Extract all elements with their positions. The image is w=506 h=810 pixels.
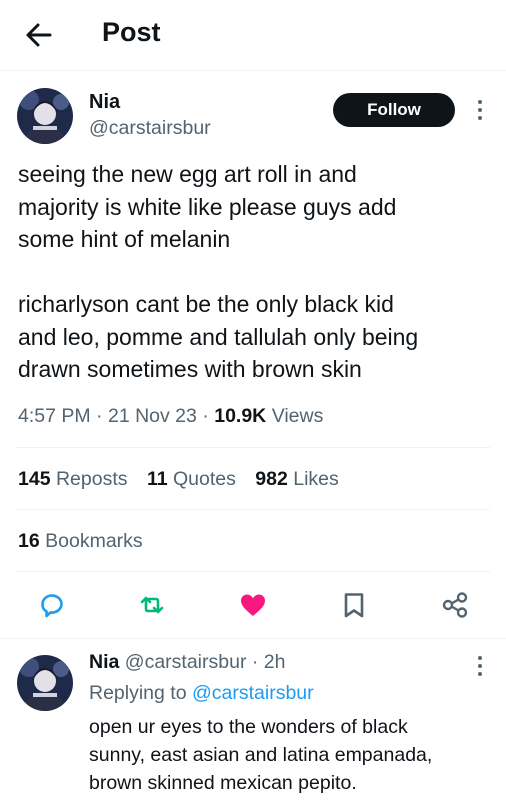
back-button[interactable] — [22, 18, 56, 52]
reply-text: open ur eyes to the wonders of black sun… — [89, 716, 433, 794]
views-count: 10.9K — [214, 405, 267, 427]
top-bar: Post — [0, 0, 506, 70]
arrow-left-icon — [26, 23, 52, 47]
bookmark-icon — [344, 593, 364, 618]
more-vertical-icon — [478, 656, 482, 676]
bookmarks-divider — [16, 571, 490, 572]
bookmark-button[interactable] — [339, 590, 369, 620]
reply-more-options-button[interactable] — [473, 654, 487, 678]
bookmarks-count: 16 — [18, 530, 40, 552]
reply-author-name[interactable]: Nia — [89, 651, 119, 673]
meta-separator: · — [96, 405, 108, 427]
repost-button[interactable] — [137, 590, 167, 620]
reply-header: Nia @carstairsbur · 2h — [89, 651, 285, 674]
likes-count: 982 — [255, 468, 288, 490]
author-name[interactable]: Nia — [89, 91, 120, 114]
replying-to-label: Replying to — [89, 682, 187, 704]
author-handle[interactable]: @carstairsbur — [89, 117, 211, 140]
reply-button[interactable] — [37, 590, 67, 620]
more-options-button[interactable] — [473, 98, 487, 122]
reply-time[interactable]: 2h — [264, 651, 286, 673]
header-divider — [0, 70, 506, 71]
bookmarks-stat[interactable]: 16 Bookmarks — [18, 530, 143, 553]
stats-divider — [16, 509, 490, 510]
bookmarks-label: Bookmarks — [45, 530, 143, 552]
avatar[interactable] — [17, 88, 73, 144]
post-meta: 4:57 PM · 21 Nov 23 · 10.9K Views — [18, 405, 323, 428]
page-title: Post — [102, 17, 161, 47]
reposts-count: 145 — [18, 468, 51, 490]
reply-icon — [41, 594, 63, 618]
post-date[interactable]: 21 Nov 23 — [108, 405, 197, 427]
reposts-stat[interactable]: 145 Reposts — [18, 468, 128, 490]
quotes-label: Quotes — [172, 468, 236, 490]
replying-to: Replying to @carstairsbur — [89, 682, 314, 705]
replying-to-mention[interactable]: @carstairsbur — [192, 682, 314, 704]
actions-divider — [0, 638, 506, 639]
quotes-stat[interactable]: 11 Quotes — [147, 468, 236, 490]
likes-label: Likes — [293, 468, 339, 490]
follow-button[interactable]: Follow — [333, 93, 455, 127]
post-text: seeing the new egg art roll in and major… — [18, 161, 419, 382]
meta-separator: · — [202, 405, 215, 427]
meta-separator: · — [246, 651, 264, 673]
reply-author-handle[interactable]: @carstairsbur — [125, 651, 247, 673]
reposts-label: Reposts — [55, 468, 128, 490]
share-icon — [442, 592, 468, 618]
like-button[interactable] — [238, 590, 268, 620]
quotes-count: 11 — [146, 468, 168, 490]
share-button[interactable] — [440, 590, 470, 620]
more-vertical-icon — [478, 100, 482, 120]
post-time[interactable]: 4:57 PM — [18, 405, 91, 427]
post-stats: 145 Reposts 11 Quotes 982 Likes — [18, 468, 353, 491]
repost-icon — [140, 596, 164, 614]
reply-avatar[interactable] — [17, 655, 73, 711]
likes-stat[interactable]: 982 Likes — [255, 468, 339, 490]
views-label: Views — [271, 405, 324, 427]
meta-divider — [16, 447, 490, 448]
like-icon — [241, 594, 265, 616]
